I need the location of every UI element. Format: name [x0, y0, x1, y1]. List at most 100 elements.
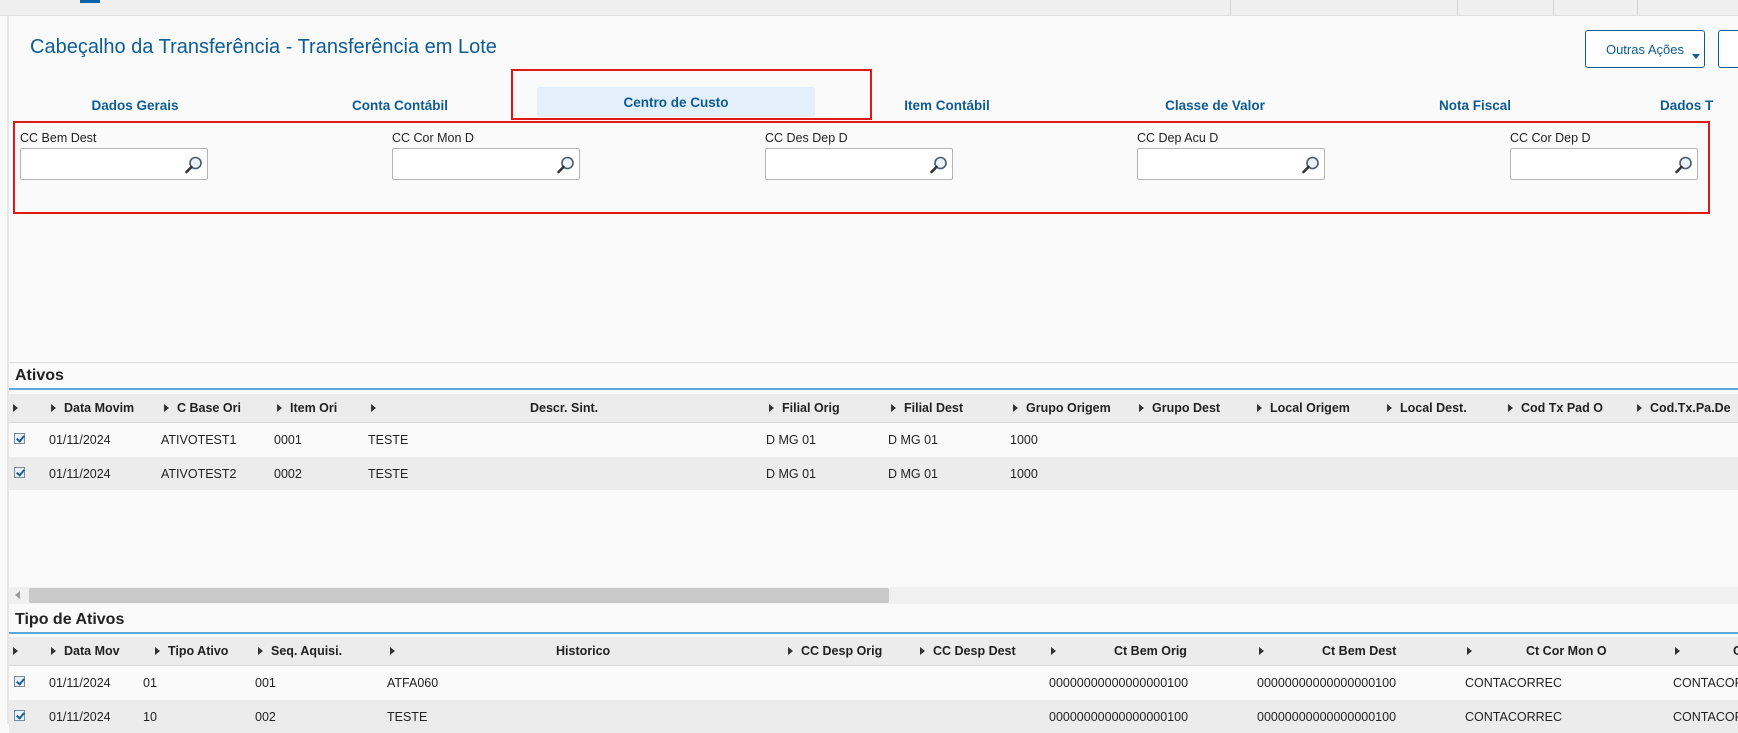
col-header-cc-desp-dest[interactable]: CC Desp Dest — [920, 637, 1016, 665]
col-header-local-dest[interactable]: Local Dest. — [1387, 394, 1467, 422]
col-header-grupo-dest[interactable]: Grupo Dest — [1139, 394, 1220, 422]
cell-ct-bem-dest: 00000000000000000100 — [1257, 709, 1397, 724]
col-header-ct-bem-orig[interactable]: Ct Bem Orig — [1114, 637, 1187, 665]
col-header-label: Item Ori — [290, 401, 338, 415]
triangle-right-icon — [1013, 404, 1018, 412]
confirm-button[interactable] — [1718, 30, 1738, 68]
column-select-toggle[interactable] — [13, 637, 26, 665]
col-header-local-origem[interactable]: Local Origem — [1257, 394, 1350, 422]
col-header-filial-orig[interactable]: Filial Orig — [769, 394, 840, 422]
col-header-blank-4[interactable] — [1467, 637, 1480, 665]
col-header-blank-3[interactable] — [1259, 637, 1272, 665]
col-header-label: Data Movim — [64, 401, 135, 415]
col-header-label: C Base Ori — [177, 401, 241, 415]
cc-cor-mon-d-input[interactable] — [397, 149, 551, 179]
triangle-right-icon — [1675, 647, 1680, 655]
checkbox-checked-icon[interactable] — [14, 710, 25, 721]
table-row[interactable]: 01/11/2024 01 001 ATFA060 00000000000000… — [9, 666, 1738, 699]
cell-ct-bem-dest: 00000000000000000100 — [1257, 675, 1397, 690]
triangle-right-icon — [390, 647, 395, 655]
cc-cor-dep-d-input[interactable] — [1515, 149, 1669, 179]
col-header-data-mov[interactable]: Data Mov — [51, 637, 120, 665]
col-header-ct-bem-dest[interactable]: Ct Bem Dest — [1322, 637, 1396, 665]
tab-dados-t[interactable]: Dados T — [1660, 87, 1738, 123]
col-header-label: Ct Cor Mon O — [1526, 644, 1607, 658]
cell-data-movim: 01/11/2024 — [49, 432, 111, 447]
col-header-label: Cod.Tx.Pa.De — [1650, 401, 1731, 415]
tab-conta-contabil[interactable]: Conta Contábil — [325, 87, 475, 123]
scrollbar-thumb[interactable] — [29, 588, 889, 603]
cc-cor-dep-d-field[interactable] — [1510, 148, 1698, 180]
field-label-cc-cor-dep-d: CC Cor Dep D — [1510, 131, 1591, 145]
col-header-cod-tx-pa-de[interactable]: Cod.Tx.Pa.De — [1637, 394, 1731, 422]
cc-des-dep-d-field[interactable] — [765, 148, 953, 180]
tab-classe-de-valor[interactable]: Classe de Valor — [1140, 87, 1290, 123]
section-divider — [9, 362, 1738, 363]
col-header-historico[interactable]: Historico — [556, 637, 610, 665]
triangle-right-icon — [1387, 404, 1392, 412]
page-title: Cabeçalho da Transferência - Transferênc… — [30, 36, 497, 58]
field-label-cc-cor-mon-d: CC Cor Mon D — [392, 131, 474, 145]
col-header-ct-cor-mon-o[interactable]: Ct Cor Mon O — [1526, 637, 1607, 665]
checkbox-checked-icon[interactable] — [14, 433, 25, 444]
triangle-right-icon — [788, 647, 793, 655]
table-row[interactable]: 01/11/2024 ATIVOTEST2 0002 TESTE D MG 01… — [9, 457, 1738, 490]
col-header-grupo-origem[interactable]: Grupo Origem — [1013, 394, 1111, 422]
col-header-blank-5[interactable] — [1675, 637, 1688, 665]
ativos-grid-header: Data Movim C Base Ori Item Ori Descr. Si… — [9, 394, 1738, 423]
left-border — [7, 15, 9, 724]
cc-cor-mon-d-field[interactable] — [392, 148, 580, 180]
col-header-blank[interactable] — [371, 394, 384, 422]
col-header-filial-dest[interactable]: Filial Dest — [891, 394, 963, 422]
cell-item-ori: 0001 — [274, 432, 302, 447]
triangle-right-icon — [891, 404, 896, 412]
col-header-seq-aquisi[interactable]: Seq. Aquisi. — [258, 637, 342, 665]
horizontal-scrollbar[interactable] — [9, 587, 1738, 604]
cc-bem-dest-input[interactable] — [25, 149, 179, 179]
table-row[interactable]: 01/11/2024 10 002 TESTE 0000000000000000… — [9, 700, 1738, 733]
triangle-right-icon — [51, 647, 56, 655]
col-header-data-movim[interactable]: Data Movim — [51, 394, 134, 422]
cell-descr: TESTE — [368, 432, 409, 447]
col-header-item-ori[interactable]: Item Ori — [277, 394, 337, 422]
col-header-cod-tx-pad-o[interactable]: Cod Tx Pad O — [1508, 394, 1603, 422]
col-header-label: Grupo Origem — [1026, 401, 1111, 415]
magnifier-icon[interactable] — [929, 155, 949, 175]
cc-dep-acu-d-field[interactable] — [1137, 148, 1325, 180]
col-header-cc-desp-orig[interactable]: CC Desp Orig — [788, 637, 882, 665]
tab-nota-fiscal[interactable]: Nota Fiscal — [1400, 87, 1550, 123]
scroll-left-icon[interactable] — [15, 591, 20, 599]
col-header-blank[interactable] — [390, 637, 403, 665]
col-header-tipo-ativo[interactable]: Tipo Ativo — [155, 637, 228, 665]
cc-bem-dest-field[interactable] — [20, 148, 208, 180]
magnifier-icon[interactable] — [556, 155, 576, 175]
col-header-label: Seq. Aquisi. — [271, 644, 343, 658]
tab-item-contabil[interactable]: Item Contábil — [872, 87, 1022, 123]
col-header-descr-sint[interactable]: Descr. Sint. — [530, 394, 598, 422]
col-header-c-base-ori[interactable]: C Base Ori — [164, 394, 241, 422]
col-header-label: Local Origem — [1270, 401, 1350, 415]
tipo-ativos-grid-header: Data Mov Tipo Ativo Seq. Aquisi. Histori… — [9, 637, 1738, 666]
cell-filial-dest: D MG 01 — [888, 432, 939, 447]
cell-tipo-ativo: 01 — [143, 675, 157, 690]
magnifier-icon[interactable] — [184, 155, 204, 175]
magnifier-icon[interactable] — [1301, 155, 1321, 175]
col-header-label: Grupo Dest — [1152, 401, 1221, 415]
magnifier-icon[interactable] — [1674, 155, 1694, 175]
cell-c-base-ori: ATIVOTEST2 — [161, 466, 237, 481]
col-header-blank-2[interactable] — [1051, 637, 1064, 665]
table-row[interactable]: 01/11/2024 ATIVOTEST1 0001 TESTE D MG 01… — [9, 423, 1738, 456]
triangle-right-icon — [769, 404, 774, 412]
annotation-box-tab — [511, 69, 872, 120]
checkbox-checked-icon[interactable] — [14, 467, 25, 478]
checkbox-checked-icon[interactable] — [14, 676, 25, 687]
cc-dep-acu-d-input[interactable] — [1142, 149, 1296, 179]
other-actions-button[interactable]: Outras Ações — [1585, 30, 1705, 68]
cell-filial-orig: D MG 01 — [766, 432, 817, 447]
field-label-cc-des-dep-d: CC Des Dep D — [765, 131, 848, 145]
tab-dados-gerais[interactable]: Dados Gerais — [60, 87, 210, 123]
cc-des-dep-d-input[interactable] — [770, 149, 924, 179]
col-header-c[interactable]: C — [1733, 637, 1738, 665]
top-separator — [1457, 0, 1458, 15]
column-select-toggle[interactable] — [13, 394, 26, 422]
